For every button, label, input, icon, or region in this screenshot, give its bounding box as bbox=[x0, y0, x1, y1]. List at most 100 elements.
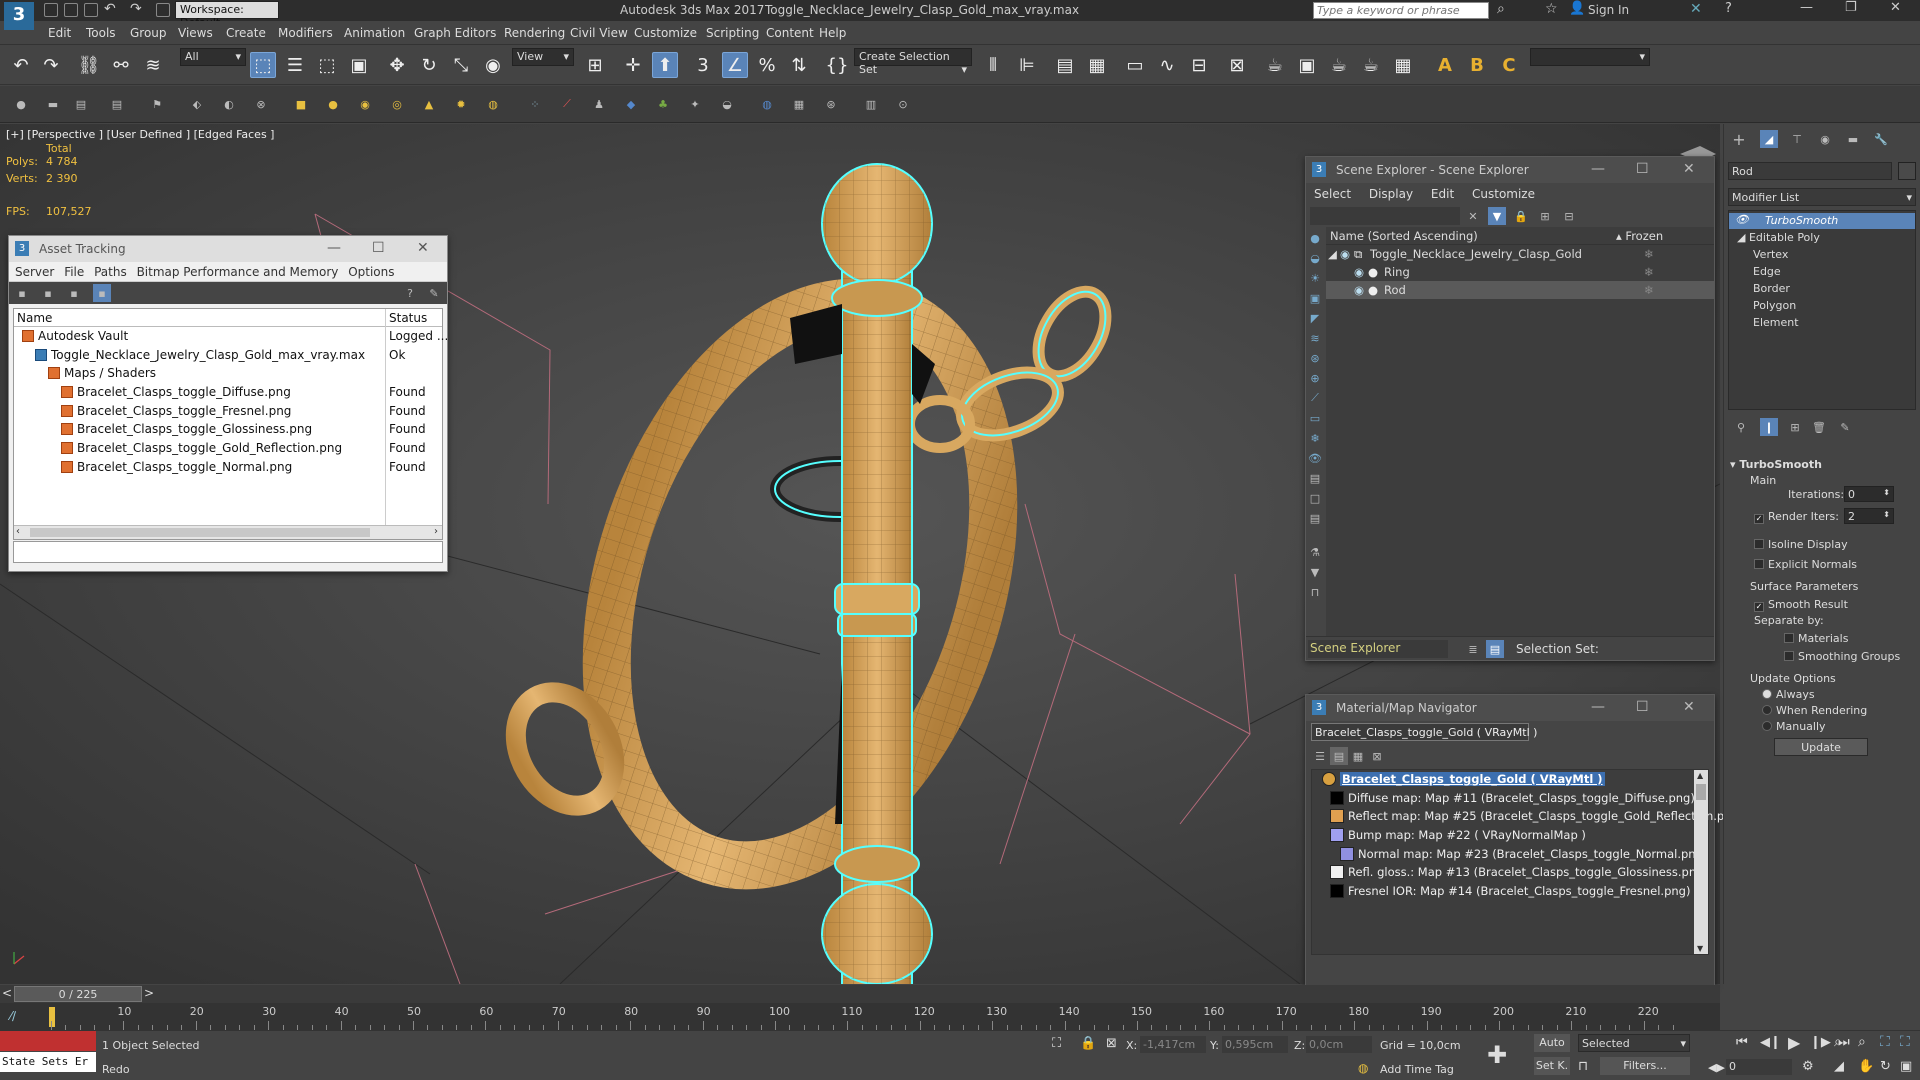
clear-search-icon[interactable]: ✕ bbox=[1464, 207, 1482, 225]
undo-icon[interactable]: ↶ bbox=[8, 52, 34, 78]
toggle-layer-explorer-icon[interactable]: ▦ bbox=[1084, 52, 1110, 78]
zoom-extents-icon[interactable]: ⛶ bbox=[1880, 1034, 1890, 1050]
workspace-toolbar-dropdown[interactable]: ▾ bbox=[1530, 48, 1650, 66]
selection-filter-dropdown[interactable]: All ▾ bbox=[180, 48, 246, 66]
new-file-icon[interactable] bbox=[44, 3, 58, 17]
close-button[interactable]: ✕ bbox=[1683, 161, 1695, 177]
menu-content[interactable]: Content bbox=[766, 26, 814, 40]
scroll-up-icon[interactable]: ▲ bbox=[1697, 771, 1703, 780]
key-mode-icon[interactable]: ◀▶ bbox=[1708, 1061, 1725, 1074]
rollout-header[interactable]: ▾ TurboSmooth bbox=[1730, 458, 1822, 471]
visibility-eye-icon[interactable]: ◉ bbox=[1340, 247, 1350, 261]
vault-login-icon[interactable]: ▪ bbox=[13, 284, 31, 302]
display-geometry-icon[interactable]: ● bbox=[1306, 229, 1324, 247]
redo-icon[interactable]: ↷ bbox=[38, 52, 64, 78]
close-button[interactable]: ✕ bbox=[1890, 0, 1901, 15]
visibility-eye-icon[interactable]: ◉ bbox=[1354, 265, 1364, 279]
material-navigator-titlebar[interactable]: 3 Material/Map Navigator — ☐ ✕ bbox=[1306, 695, 1714, 721]
mirror-icon[interactable]: ⫴ bbox=[980, 52, 1006, 78]
menu-help[interactable]: Help bbox=[819, 26, 846, 40]
pin-stack-icon[interactable]: ⚲ bbox=[1732, 418, 1750, 436]
when-rendering-radio[interactable]: When Rendering bbox=[1762, 704, 1867, 717]
layer-select-icon[interactable]: ⚑ bbox=[148, 95, 166, 113]
zoom-extents-all-icon[interactable]: ⛶ bbox=[1900, 1034, 1910, 1050]
move-icon[interactable]: ✥ bbox=[384, 52, 410, 78]
scene-tree-item[interactable]: ◉ ● Rod ❄ bbox=[1326, 281, 1714, 299]
asset-row[interactable]: Bracelet_Clasps_toggle_Glossiness.png Fou… bbox=[14, 420, 442, 439]
object-color-swatch[interactable] bbox=[1898, 162, 1916, 180]
menu-customize[interactable]: Customize bbox=[634, 26, 697, 40]
z-coordinate-field[interactable]: 0,0cm bbox=[1306, 1036, 1372, 1053]
visibility-eye-icon[interactable]: ◉ bbox=[1354, 283, 1364, 297]
minimize-button[interactable]: — bbox=[327, 240, 341, 256]
star-icon[interactable]: ☆ bbox=[1545, 1, 1558, 17]
expand-triangle-icon[interactable]: ◢ bbox=[1737, 231, 1749, 244]
scene-tree-item[interactable]: ◉ ● Ring ❄ bbox=[1326, 263, 1714, 281]
pan-icon[interactable]: ✋ bbox=[1858, 1059, 1874, 1074]
spinner-arrows-icon[interactable]: ⬍ bbox=[1883, 488, 1890, 497]
layers-stack-icon[interactable]: ≣ bbox=[1464, 640, 1482, 658]
bone-icon[interactable]: ⟋ bbox=[558, 95, 576, 113]
col-name-sorted[interactable]: Name (Sorted Ascending) bbox=[1330, 229, 1478, 243]
x-coordinate-field[interactable]: -1,417cm bbox=[1140, 1036, 1206, 1053]
text-tool-a-icon[interactable]: A bbox=[1432, 52, 1458, 78]
exchange-icon[interactable]: ✕ bbox=[1690, 1, 1702, 17]
display-warps-icon[interactable]: ≋ bbox=[1306, 329, 1324, 347]
modifier-list-dropdown[interactable]: Modifier List ▾ bbox=[1728, 188, 1916, 206]
teapot-icon[interactable]: ◍ bbox=[484, 95, 502, 113]
expand-triangle-icon[interactable]: ◢ bbox=[1328, 247, 1337, 261]
undo-quick-icon[interactable]: ↶ bbox=[104, 1, 116, 17]
render-iterative-icon[interactable]: ☕ bbox=[1358, 52, 1384, 78]
minimize-button[interactable]: — bbox=[1591, 161, 1605, 177]
maximize-button[interactable]: ☐ bbox=[1636, 161, 1649, 177]
stack-item-vertex[interactable]: Vertex bbox=[1753, 248, 1788, 261]
frozen-snowflake-icon[interactable]: ❄ bbox=[1644, 265, 1654, 279]
helper-icon[interactable]: ◆ bbox=[622, 95, 640, 113]
always-radio[interactable]: Always bbox=[1762, 688, 1815, 701]
object-name-field[interactable]: Rod bbox=[1728, 162, 1892, 180]
table-icon[interactable]: ▥ bbox=[862, 95, 880, 113]
link-icon[interactable]: ⛓ bbox=[76, 52, 102, 78]
bind-space-warp-icon[interactable]: ≋ bbox=[140, 52, 166, 78]
freeze-icon[interactable]: ● bbox=[12, 95, 30, 113]
go-to-start-icon[interactable]: ⏮ bbox=[1736, 1035, 1748, 1050]
snapshot-icon[interactable]: ⊛ bbox=[822, 95, 840, 113]
material-tree-item[interactable]: Fresnel IOR: Map #14 (Bracelet_Clasps_to… bbox=[1312, 882, 1708, 901]
rendered-frame-window-icon[interactable]: ▣ bbox=[1294, 52, 1320, 78]
reference-coordinate-dropdown[interactable]: View ▾ bbox=[512, 48, 574, 66]
view-large-icons-icon[interactable]: ⊠ bbox=[1368, 747, 1386, 765]
minimize-button[interactable]: — bbox=[1800, 0, 1813, 15]
save-file-icon[interactable] bbox=[84, 3, 98, 17]
maxscript-listener[interactable]: State Sets Er bbox=[0, 1052, 96, 1072]
col-name[interactable]: Name bbox=[17, 311, 52, 325]
display-none-icon[interactable]: □ bbox=[1306, 489, 1324, 507]
maximize-button[interactable]: ❐ bbox=[1845, 0, 1857, 15]
scene-menu-select[interactable]: Select bbox=[1314, 187, 1351, 201]
display-invert-icon[interactable]: ▤ bbox=[1306, 509, 1324, 527]
percent-snap-icon[interactable]: % bbox=[754, 52, 780, 78]
filters-button[interactable]: Filters... bbox=[1600, 1057, 1690, 1075]
display-xrefs-icon[interactable]: ⊕ bbox=[1306, 369, 1324, 387]
sign-in-link[interactable]: Sign In bbox=[1588, 3, 1629, 17]
named-selection-dropdown[interactable]: Create Selection Set ▾ bbox=[854, 48, 972, 76]
play-icon[interactable]: ▶ bbox=[1788, 1033, 1800, 1052]
create-tab-icon[interactable]: + bbox=[1730, 130, 1748, 149]
add-time-tag-icon[interactable]: ◍ bbox=[1358, 1061, 1368, 1075]
vray-frame-buffer-icon[interactable]: ▦ bbox=[1390, 52, 1416, 78]
display-cameras-icon[interactable]: ▣ bbox=[1306, 289, 1324, 307]
menu-modifiers[interactable]: Modifiers bbox=[278, 26, 333, 40]
select-manipulate-icon[interactable]: ✛ bbox=[620, 52, 646, 78]
mini-curve-editor-icon[interactable]: ⁄∕ bbox=[10, 1009, 16, 1023]
layer-icon[interactable]: ▬ bbox=[44, 95, 62, 113]
maxscript-input[interactable] bbox=[0, 1031, 96, 1051]
view-list-icon[interactable]: ☰ bbox=[1311, 747, 1329, 765]
asset-menu-options[interactable]: Options bbox=[348, 265, 394, 279]
add-time-tag[interactable]: Add Time Tag bbox=[1380, 1063, 1454, 1076]
scale-icon[interactable]: ⤡ bbox=[448, 52, 474, 78]
display-helpers-icon[interactable]: ◤ bbox=[1306, 309, 1324, 327]
edit-named-selection-icon[interactable]: {} bbox=[824, 52, 850, 78]
crowd-icon[interactable]: ✦ bbox=[686, 95, 704, 113]
render-iters-checkbox[interactable]: ✓ Render Iters: bbox=[1754, 510, 1839, 524]
project-folder-icon[interactable] bbox=[156, 3, 170, 17]
maximize-viewport-icon[interactable]: ▣ bbox=[1900, 1059, 1912, 1074]
